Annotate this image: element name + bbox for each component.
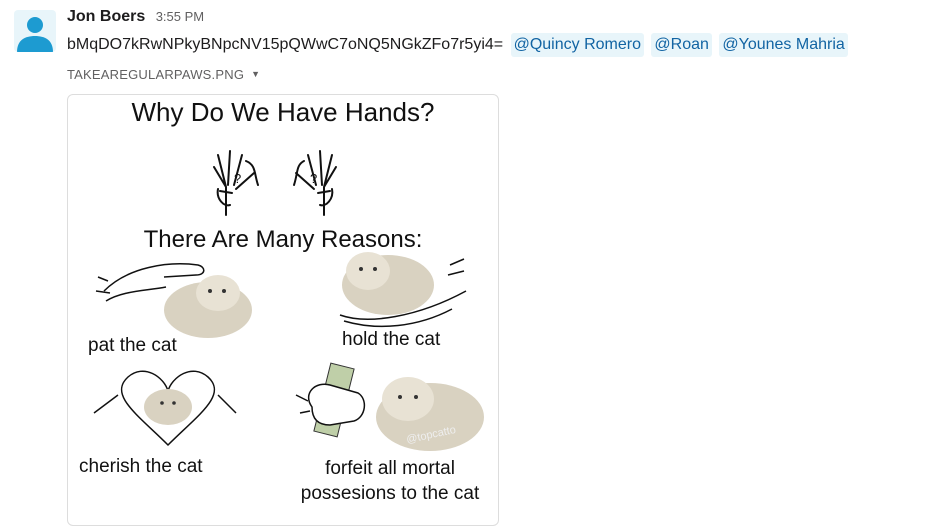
svg-text:?: ? — [310, 171, 317, 186]
message-body: bMqDO7kRwNPkyBNpcNV15pQWwC7oNQ5NGkZFo7r5… — [67, 33, 848, 57]
cat-icon — [144, 389, 192, 425]
caret-down-icon[interactable]: ▼ — [251, 69, 260, 79]
image-attachment[interactable]: ? ? Why Do We Have Hands? There Are Many… — [67, 94, 499, 526]
message-header: Jon Boers 3:55 PM — [67, 8, 204, 30]
caption-hold: hold the cat — [342, 329, 441, 350]
mention-roan[interactable]: @Roan — [651, 33, 712, 57]
money-fist-icon — [295, 362, 366, 438]
message-timestamp[interactable]: 3:55 PM — [156, 9, 204, 24]
caption-forfeit-line2: possesions to the cat — [300, 483, 480, 504]
attachment-filename[interactable]: TAKEAREGULARPAWS.PNG ▼ — [67, 67, 260, 82]
hands-icon: ? ? — [213, 150, 337, 216]
message-text: bMqDO7kRwNPkyBNpcNV15pQWwC7oNQ5NGkZFo7r5… — [67, 36, 504, 53]
attachment-filename-text: TAKEAREGULARPAWS.PNG — [67, 67, 245, 82]
caption-cherish: cherish the cat — [79, 456, 203, 477]
cat-icon — [342, 252, 434, 315]
chat-message: Jon Boers 3:55 PM bMqDO7kRwNPkyBNpcNV15p… — [0, 0, 925, 527]
mention-quincy-romero[interactable]: @Quincy Romero — [510, 33, 644, 57]
author-name[interactable]: Jon Boers — [67, 8, 145, 25]
caption-forfeit: forfeit all mortal possesions to the cat — [290, 456, 490, 506]
meme-subtitle: There Are Many Reasons: — [143, 226, 423, 253]
meme-title: Why Do We Have Hands? — [131, 97, 435, 127]
caption-pat: pat the cat — [88, 335, 177, 356]
caption-forfeit-line1: forfeit all mortal — [325, 458, 455, 479]
user-avatar[interactable] — [14, 10, 56, 52]
default-avatar-icon — [17, 17, 53, 52]
svg-text:?: ? — [234, 171, 241, 186]
mention-younes-mahria[interactable]: @Younes Mahria — [719, 33, 848, 57]
cat-icon — [164, 275, 252, 338]
